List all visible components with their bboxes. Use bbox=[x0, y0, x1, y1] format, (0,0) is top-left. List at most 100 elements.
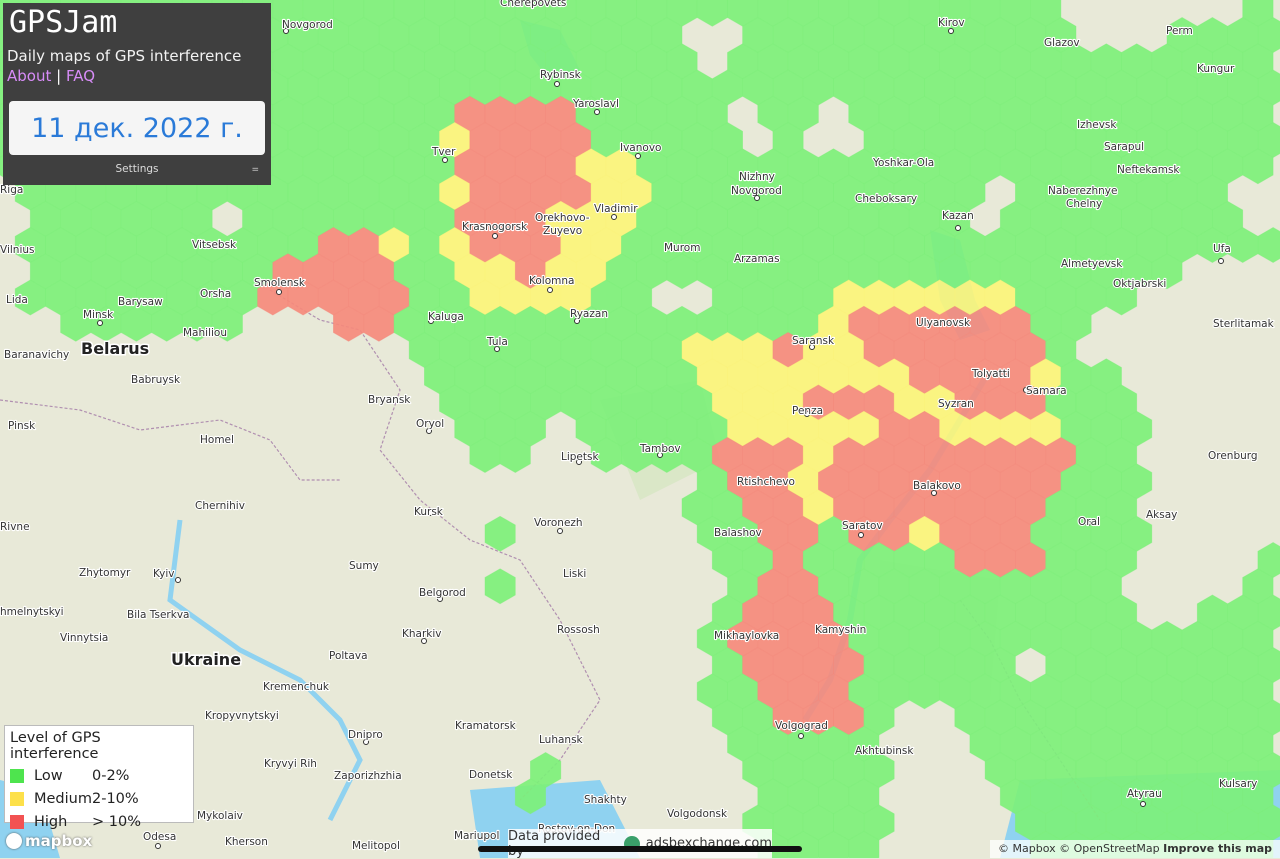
faq-link[interactable]: FAQ bbox=[66, 67, 95, 85]
svg-text:Akhtubinsk: Akhtubinsk bbox=[855, 745, 914, 757]
svg-text:Kherson: Kherson bbox=[225, 836, 268, 848]
svg-text:Kyiv: Kyiv bbox=[153, 568, 174, 580]
svg-text:Sarapul: Sarapul bbox=[1104, 141, 1144, 153]
svg-text:Rybinsk: Rybinsk bbox=[540, 69, 582, 81]
svg-text:Babruysk: Babruysk bbox=[131, 374, 181, 386]
svg-text:Perm: Perm bbox=[1166, 25, 1193, 37]
about-link[interactable]: About bbox=[7, 67, 51, 85]
svg-text:Kulsary: Kulsary bbox=[1219, 778, 1257, 790]
svg-text:Tambov: Tambov bbox=[639, 443, 681, 455]
svg-text:Rivne: Rivne bbox=[0, 521, 30, 533]
svg-text:Rtishchevo: Rtishchevo bbox=[737, 476, 795, 488]
svg-text:Kolomna: Kolomna bbox=[529, 275, 574, 287]
svg-text:Neftekamsk: Neftekamsk bbox=[1117, 164, 1180, 176]
svg-text:Rossosh: Rossosh bbox=[557, 624, 600, 636]
svg-text:Chelny: Chelny bbox=[1066, 198, 1102, 210]
attribution-mapbox-link[interactable]: © Mapbox bbox=[998, 842, 1056, 855]
svg-text:Vilnius: Vilnius bbox=[0, 244, 34, 256]
svg-text:Samara: Samara bbox=[1026, 385, 1067, 397]
svg-text:Izhevsk: Izhevsk bbox=[1077, 119, 1117, 131]
svg-text:Pinsk: Pinsk bbox=[8, 420, 36, 432]
svg-text:Lipetsk: Lipetsk bbox=[561, 451, 599, 463]
svg-text:Kamyshin: Kamyshin bbox=[815, 624, 866, 636]
mapbox-logo-text: mapbox bbox=[25, 832, 93, 850]
svg-text:Baranavichy: Baranavichy bbox=[4, 349, 69, 361]
svg-text:Arzamas: Arzamas bbox=[734, 253, 780, 265]
svg-text:Novgorod: Novgorod bbox=[282, 19, 333, 31]
legend: Level of GPS interference Low 0-2% Mediu… bbox=[4, 725, 194, 830]
svg-text:Almetyevsk: Almetyevsk bbox=[1061, 258, 1123, 270]
svg-text:hmelnytskyi: hmelnytskyi bbox=[0, 606, 64, 618]
svg-text:Orsha: Orsha bbox=[200, 288, 231, 300]
svg-text:Ivanovo: Ivanovo bbox=[620, 142, 661, 154]
legend-item-high: High > 10% bbox=[10, 810, 188, 833]
svg-text:Liski: Liski bbox=[563, 568, 586, 580]
legend-label-medium: Medium bbox=[34, 790, 92, 807]
svg-text:Orekhovo-: Orekhovo- bbox=[535, 212, 590, 224]
svg-text:Zuyevo: Zuyevo bbox=[543, 225, 582, 237]
mapbox-logo[interactable]: mapbox bbox=[6, 831, 92, 851]
svg-text:Kazan: Kazan bbox=[942, 210, 974, 222]
svg-text:Dnipro: Dnipro bbox=[348, 729, 383, 741]
drag-handle-icon[interactable]: = bbox=[251, 165, 259, 175]
app-title: GPSJam bbox=[9, 5, 118, 40]
svg-text:Vitsebsk: Vitsebsk bbox=[192, 239, 237, 251]
svg-text:Shakhty: Shakhty bbox=[584, 794, 627, 806]
svg-text:Glazov: Glazov bbox=[1044, 37, 1080, 49]
svg-text:Smolensk: Smolensk bbox=[254, 277, 306, 289]
svg-text:Chernihiv: Chernihiv bbox=[195, 500, 245, 512]
provided-prefix: Data provided by bbox=[508, 828, 601, 859]
svg-text:Kungur: Kungur bbox=[1197, 63, 1235, 75]
svg-text:Ulyanovsk: Ulyanovsk bbox=[916, 317, 971, 329]
app-subtitle: Daily maps of GPS interference bbox=[7, 47, 242, 65]
improve-map-link[interactable]: Improve this map bbox=[1163, 842, 1272, 855]
svg-text:Balakovo: Balakovo bbox=[913, 480, 961, 492]
svg-text:Kremenchuk: Kremenchuk bbox=[263, 681, 330, 693]
mapbox-mark-icon bbox=[6, 833, 22, 849]
svg-text:Mahiliou: Mahiliou bbox=[183, 327, 227, 339]
legend-item-medium: Medium 2-10% bbox=[10, 787, 188, 810]
svg-text:Minsk: Minsk bbox=[83, 309, 114, 321]
svg-text:Zhytomyr: Zhytomyr bbox=[79, 567, 131, 579]
svg-text:Yaroslavl: Yaroslavl bbox=[572, 98, 619, 110]
svg-text:Tula: Tula bbox=[486, 336, 508, 348]
legend-range-high: > 10% bbox=[92, 813, 141, 830]
svg-text:Homel: Homel bbox=[200, 434, 234, 446]
legend-swatch-high bbox=[10, 814, 24, 829]
svg-text:Volgodonsk: Volgodonsk bbox=[667, 808, 728, 820]
svg-text:Naberezhnye: Naberezhnye bbox=[1048, 185, 1117, 197]
svg-text:Vinnytsia: Vinnytsia bbox=[60, 632, 108, 644]
country-label-ukraine: Ukraine bbox=[171, 650, 241, 669]
svg-text:Cheboksary: Cheboksary bbox=[855, 193, 917, 205]
data-provider-banner[interactable]: Data provided by adsbexchange.com bbox=[508, 828, 772, 859]
svg-text:Nizhny: Nizhny bbox=[739, 171, 775, 183]
date-picker-button[interactable]: 11 дек. 2022 г. bbox=[9, 101, 265, 155]
svg-text:Saransk: Saransk bbox=[792, 335, 835, 347]
svg-text:Bryansk: Bryansk bbox=[368, 394, 411, 406]
svg-text:Cherepovets: Cherepovets bbox=[500, 0, 566, 9]
settings-toggle[interactable]: Settings bbox=[3, 163, 271, 175]
svg-text:Aksay: Aksay bbox=[1146, 509, 1177, 521]
svg-text:Yoshkar-Ola: Yoshkar-Ola bbox=[872, 157, 934, 169]
svg-text:Melitopol: Melitopol bbox=[352, 840, 400, 852]
link-separator: | bbox=[56, 67, 62, 85]
attribution-osm-link[interactable]: © OpenStreetMap bbox=[1059, 842, 1160, 855]
svg-text:Kirov: Kirov bbox=[938, 17, 965, 29]
svg-text:Bila Tserkva: Bila Tserkva bbox=[127, 609, 189, 621]
svg-text:Poltava: Poltava bbox=[329, 650, 368, 662]
legend-label-high: High bbox=[34, 813, 68, 830]
svg-text:Lida: Lida bbox=[6, 294, 28, 306]
svg-text:Sumy: Sumy bbox=[349, 560, 379, 572]
svg-text:Zaporizhzhia: Zaporizhzhia bbox=[334, 770, 402, 782]
svg-text:Luhansk: Luhansk bbox=[539, 734, 584, 746]
svg-text:Ufa: Ufa bbox=[1213, 243, 1231, 255]
svg-text:Saratov: Saratov bbox=[842, 520, 883, 532]
svg-text:Voronezh: Voronezh bbox=[534, 517, 583, 529]
legend-range-low: 0-2% bbox=[92, 767, 130, 784]
svg-text:Oral: Oral bbox=[1078, 516, 1100, 528]
svg-text:Belgorod: Belgorod bbox=[419, 587, 466, 599]
svg-text:Mikhaylovka: Mikhaylovka bbox=[714, 630, 779, 642]
svg-text:Barysaw: Barysaw bbox=[118, 296, 163, 308]
svg-text:Kharkiv: Kharkiv bbox=[402, 628, 442, 640]
home-indicator bbox=[478, 846, 802, 852]
